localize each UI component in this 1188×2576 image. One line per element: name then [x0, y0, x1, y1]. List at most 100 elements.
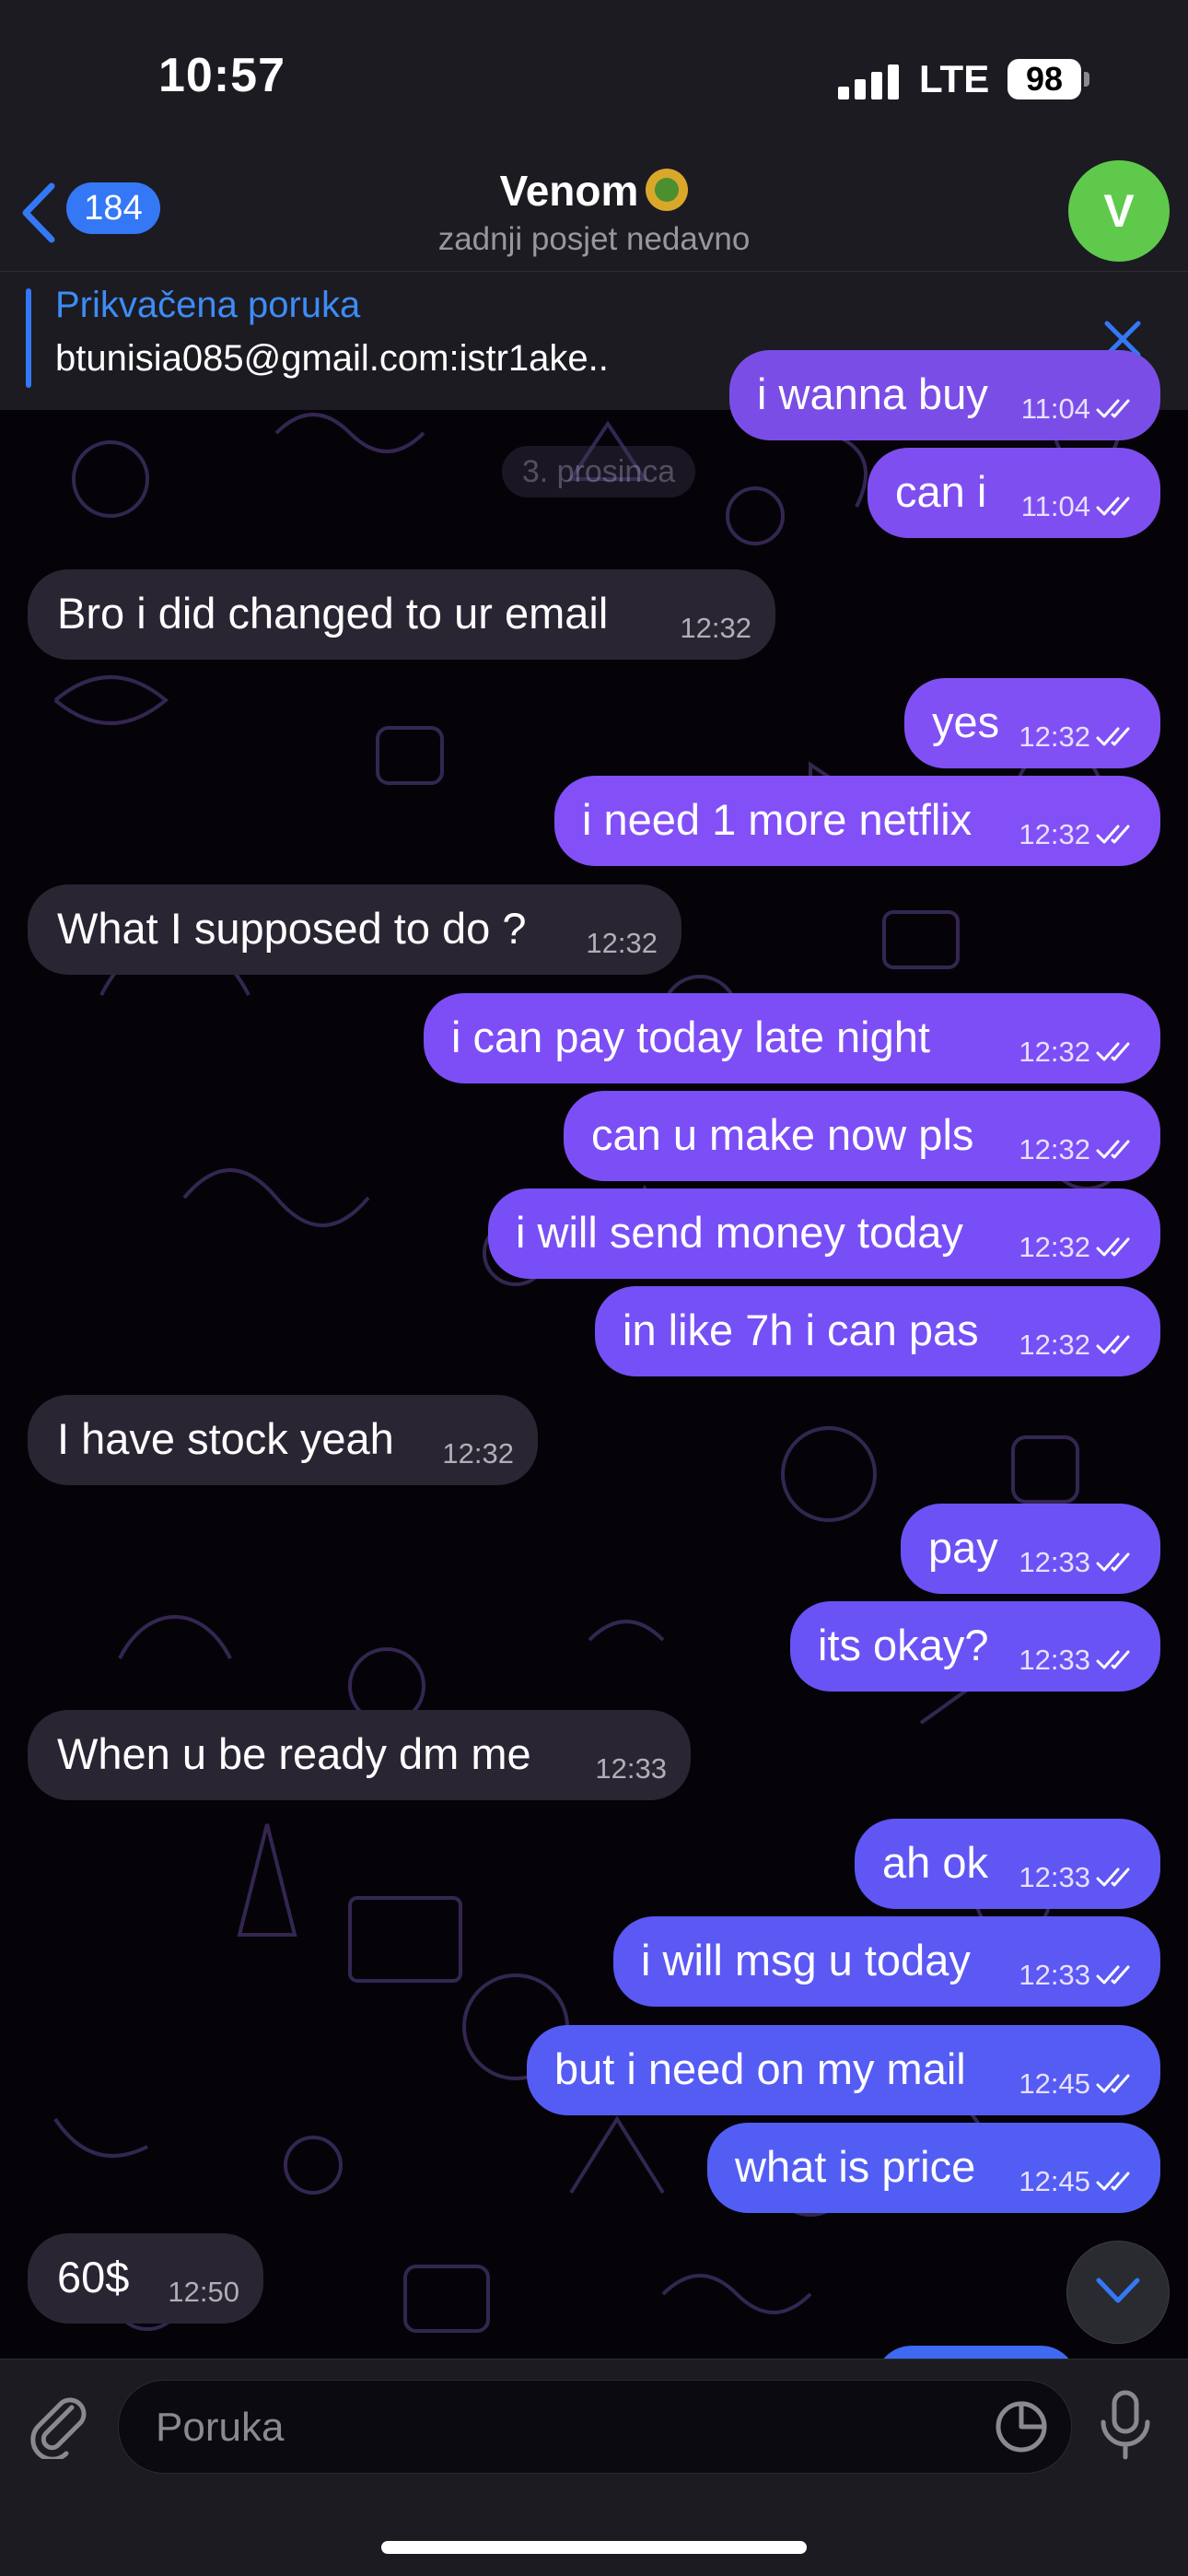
message-time: 12:33 — [1019, 1546, 1090, 1578]
message-text: i need 1 more netflix — [582, 795, 973, 844]
read-receipt-icon — [1096, 1042, 1130, 1061]
message-meta: 11:04 — [1021, 490, 1136, 523]
message-time: 12:32 — [1019, 1231, 1090, 1263]
message-text: what is price — [735, 2142, 976, 2191]
sticker-icon[interactable] — [994, 2399, 1049, 2454]
message-text: What I supposed to do ? — [57, 904, 527, 953]
read-receipt-icon — [1096, 399, 1130, 418]
incoming-message[interactable]: I have stock yeah 12:32 — [28, 1395, 538, 1485]
message-meta: 11:04 — [1021, 392, 1136, 426]
message-time: 12:33 — [1019, 1861, 1090, 1893]
message-text: can i — [895, 467, 987, 516]
message-time: 12:32 — [1019, 818, 1090, 850]
message-meta: 12:32 — [442, 1437, 514, 1470]
read-receipt-icon — [1096, 2074, 1130, 2093]
home-indicator — [381, 2541, 807, 2554]
read-receipt-icon — [1096, 497, 1130, 516]
message-meta: 12:32 — [1019, 720, 1136, 754]
read-receipt-icon — [1096, 727, 1130, 746]
read-receipt-icon — [1096, 1650, 1130, 1669]
message-meta: 12:32 — [1019, 1133, 1136, 1166]
message-time: 11:04 — [1020, 392, 1090, 425]
message-text: yes — [932, 697, 1000, 746]
message-meta: 12:33 — [595, 1752, 667, 1786]
message-meta: 12:32 — [586, 927, 658, 960]
message-time: 12:50 — [168, 2276, 239, 2308]
outgoing-message[interactable]: pay 12:33 — [901, 1504, 1160, 1594]
message-text: i will send money today — [516, 1208, 963, 1257]
incoming-message[interactable]: Bro i did changed to ur email 12:32 — [28, 569, 775, 660]
message-meta: 12:33 — [1019, 1644, 1136, 1677]
outgoing-message[interactable]: can u make now pls 12:32 — [564, 1091, 1160, 1181]
paperclip-icon[interactable] — [28, 2393, 92, 2459]
message-time: 12:32 — [1019, 1329, 1090, 1361]
outgoing-message[interactable]: what is price 12:45 — [707, 2123, 1160, 2213]
outgoing-message[interactable]: i need 1 more netflix 12:32 — [554, 776, 1160, 866]
message-list[interactable]: 3. prosinca i wanna buy 11:04 can i 11:04 Br… — [0, 0, 1188, 2576]
read-receipt-icon — [1096, 1552, 1130, 1572]
message-time: 12:32 — [1019, 1036, 1090, 1068]
message-time: 12:32 — [1019, 720, 1090, 753]
message-meta: 12:32 — [1019, 1231, 1136, 1264]
read-receipt-icon — [1096, 1237, 1130, 1257]
message-input-field[interactable] — [118, 2380, 1072, 2475]
outgoing-message[interactable]: i can pay today late night 12:32 — [424, 993, 1160, 1083]
microphone-icon[interactable] — [1098, 2389, 1153, 2463]
message-text: but i need on my mail — [554, 2044, 966, 2093]
message-text: When u be ready dm me — [57, 1729, 531, 1778]
message-meta: 12:45 — [1019, 2067, 1136, 2101]
message-text: Bro i did changed to ur email — [57, 589, 609, 638]
outgoing-message[interactable]: i will send money today 12:32 — [488, 1188, 1160, 1279]
message-meta: 12:32 — [680, 612, 751, 645]
scroll-down-button[interactable] — [1066, 2241, 1170, 2344]
outgoing-message[interactable]: i will msg u today 12:33 — [613, 1916, 1160, 2007]
message-meta: 12:32 — [1019, 818, 1136, 851]
message-text: ah ok — [882, 1838, 988, 1887]
incoming-message[interactable]: 60$ 12:50 — [28, 2233, 263, 2324]
message-time: 12:45 — [1019, 2067, 1090, 2100]
message-meta: 12:32 — [1019, 1329, 1136, 1362]
message-time: 12:45 — [1019, 2165, 1090, 2197]
read-receipt-icon — [1096, 1868, 1130, 1887]
incoming-message[interactable]: When u be ready dm me 12:33 — [28, 1710, 691, 1800]
message-text: its okay? — [818, 1621, 989, 1669]
message-time: 12:33 — [1019, 1644, 1090, 1676]
outgoing-message[interactable]: i wanna buy 11:04 — [729, 350, 1160, 440]
message-meta: 12:32 — [1019, 1036, 1136, 1069]
message-text: 60$ — [57, 2253, 130, 2301]
read-receipt-icon — [1096, 2172, 1130, 2191]
message-input[interactable] — [154, 2381, 986, 2475]
message-time: 12:33 — [595, 1752, 667, 1785]
outgoing-message[interactable]: its okay? 12:33 — [790, 1601, 1160, 1692]
message-meta: 12:33 — [1019, 1546, 1136, 1579]
message-text: I have stock yeah — [57, 1414, 394, 1463]
incoming-message[interactable]: What I supposed to do ? 12:32 — [28, 884, 681, 975]
outgoing-message[interactable]: ah ok 12:33 — [855, 1819, 1160, 1909]
date-separator: 3. prosinca — [502, 446, 695, 498]
message-meta: 12:50 — [168, 2276, 239, 2309]
message-time: 12:32 — [680, 612, 751, 644]
outgoing-message[interactable]: yes 12:32 — [904, 678, 1160, 768]
message-time: 11:04 — [1020, 490, 1090, 522]
message-time: 12:33 — [1019, 1959, 1090, 1991]
message-text: i wanna buy — [757, 369, 988, 418]
message-time: 12:32 — [586, 927, 658, 959]
message-text: i will msg u today — [641, 1936, 971, 1985]
chevron-down-icon — [1096, 2277, 1140, 2303]
outgoing-message[interactable]: but i need on my mail 12:45 — [527, 2025, 1160, 2115]
read-receipt-icon — [1096, 1335, 1130, 1354]
outgoing-message[interactable]: in like 7h i can pas 12:32 — [595, 1286, 1160, 1376]
message-meta: 12:45 — [1019, 2165, 1136, 2198]
message-time: 12:32 — [442, 1437, 514, 1469]
message-meta: 12:33 — [1019, 1959, 1136, 1992]
read-receipt-icon — [1096, 1140, 1130, 1159]
message-meta: 12:33 — [1019, 1861, 1136, 1894]
outgoing-message[interactable]: can i 11:04 — [868, 448, 1160, 538]
message-text: in like 7h i can pas — [623, 1306, 979, 1354]
read-receipt-icon — [1096, 825, 1130, 844]
message-text: pay — [928, 1523, 998, 1572]
message-time: 12:32 — [1019, 1133, 1090, 1165]
message-text: can u make now pls — [591, 1110, 974, 1159]
message-text: i can pay today late night — [451, 1013, 930, 1061]
read-receipt-icon — [1096, 1965, 1130, 1985]
